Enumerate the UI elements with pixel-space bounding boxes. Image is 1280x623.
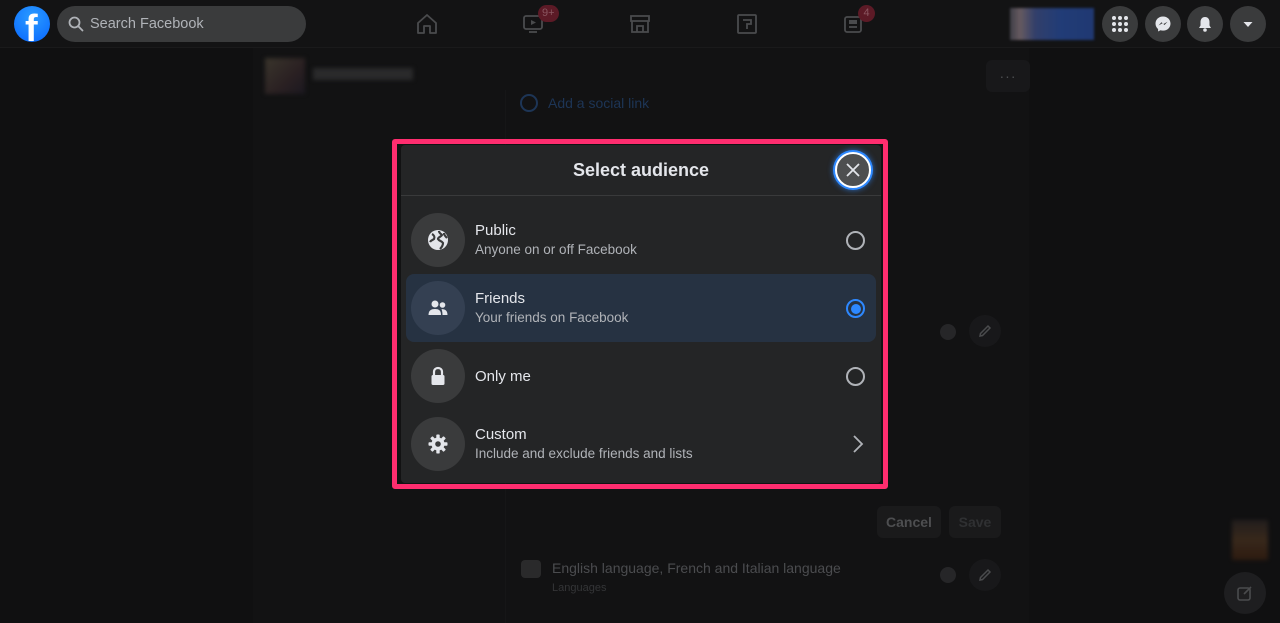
watch-badge: 9+ <box>538 5 559 22</box>
dialog-header: Select audience <box>401 145 881 196</box>
bell-icon <box>1199 17 1211 32</box>
add-social-link[interactable]: Add a social link <box>520 94 649 112</box>
profile-chip[interactable] <box>1010 8 1094 40</box>
profile-avatar <box>265 58 305 94</box>
audience-option-friends[interactable]: Friends Your friends on Facebook <box>406 274 876 342</box>
home-icon <box>417 14 437 34</box>
cancel-button[interactable]: Cancel <box>877 506 941 538</box>
option-label: Custom <box>475 426 527 443</box>
dialog-title: Select audience <box>572 159 710 180</box>
nav-tab-home[interactable] <box>372 0 482 48</box>
news-badge: 4 <box>858 5 875 22</box>
new-message-button[interactable] <box>1224 572 1266 614</box>
audience-option-only-me[interactable]: Only me <box>406 342 876 410</box>
store-icon <box>630 15 650 33</box>
audience-option-public[interactable]: Public Anyone on or off Facebook <box>406 206 876 274</box>
edit-button[interactable] <box>969 315 1001 347</box>
chevron-right-icon[interactable] <box>852 434 864 454</box>
contact-avatar[interactable] <box>1232 520 1268 560</box>
option-label: Only me <box>475 367 531 385</box>
profile-name <box>313 68 413 80</box>
menu-grid-icon <box>1112 16 1128 32</box>
messenger-icon <box>1155 16 1171 32</box>
friends-radio[interactable] <box>846 299 865 318</box>
caret-down-icon <box>1243 22 1253 27</box>
audience-option-custom[interactable]: Custom Include and exclude friends and l… <box>406 410 876 478</box>
close-icon <box>846 163 860 177</box>
groups-icon <box>737 14 757 34</box>
language-icon <box>521 560 541 578</box>
globe-icon <box>428 230 448 250</box>
select-audience-dialog: Select audience Public Anyone on or off … <box>401 145 881 483</box>
save-button[interactable]: Save <box>949 506 1001 538</box>
messenger-button[interactable] <box>1145 6 1181 42</box>
option-label: Public <box>475 222 516 239</box>
pencil-icon <box>979 568 992 581</box>
menu-button[interactable] <box>1102 6 1138 42</box>
languages-value: English language, French and Italian lan… <box>552 560 841 576</box>
notifications-button[interactable] <box>1187 6 1223 42</box>
lock-icon <box>431 366 445 385</box>
facebook-logo[interactable]: f <box>14 6 50 42</box>
search-icon <box>68 16 84 32</box>
search-input[interactable] <box>90 16 290 32</box>
search-bar[interactable] <box>57 6 306 42</box>
top-navigation-bar: f 9+ 4 <box>0 0 1280 48</box>
nav-tab-marketplace[interactable] <box>585 0 695 48</box>
nav-tab-news[interactable]: 4 <box>798 0 908 48</box>
gear-icon <box>428 434 448 454</box>
option-description: Anyone on or off Facebook <box>475 242 637 257</box>
only-me-radio[interactable] <box>846 367 865 386</box>
languages-audience-globe-icon <box>940 567 956 583</box>
nav-tab-watch[interactable]: 9+ <box>478 0 588 48</box>
audience-globe-icon <box>940 324 956 340</box>
option-label: Friends <box>475 290 526 307</box>
more-options-button[interactable]: ··· <box>986 60 1030 92</box>
compose-icon <box>1237 586 1252 601</box>
option-description: Your friends on Facebook <box>475 310 629 325</box>
option-description: Include and exclude friends and lists <box>475 446 693 461</box>
public-radio[interactable] <box>846 231 865 250</box>
account-button[interactable] <box>1230 6 1266 42</box>
audience-options: Public Anyone on or off Facebook Friends… <box>401 196 881 478</box>
languages-label: Languages <box>552 582 607 594</box>
close-button[interactable] <box>835 152 871 188</box>
nav-tab-groups[interactable] <box>692 0 802 48</box>
plus-circle-icon <box>520 94 538 112</box>
friends-icon <box>428 300 448 315</box>
edit-languages-button[interactable] <box>969 559 1001 591</box>
pencil-icon <box>979 324 992 337</box>
